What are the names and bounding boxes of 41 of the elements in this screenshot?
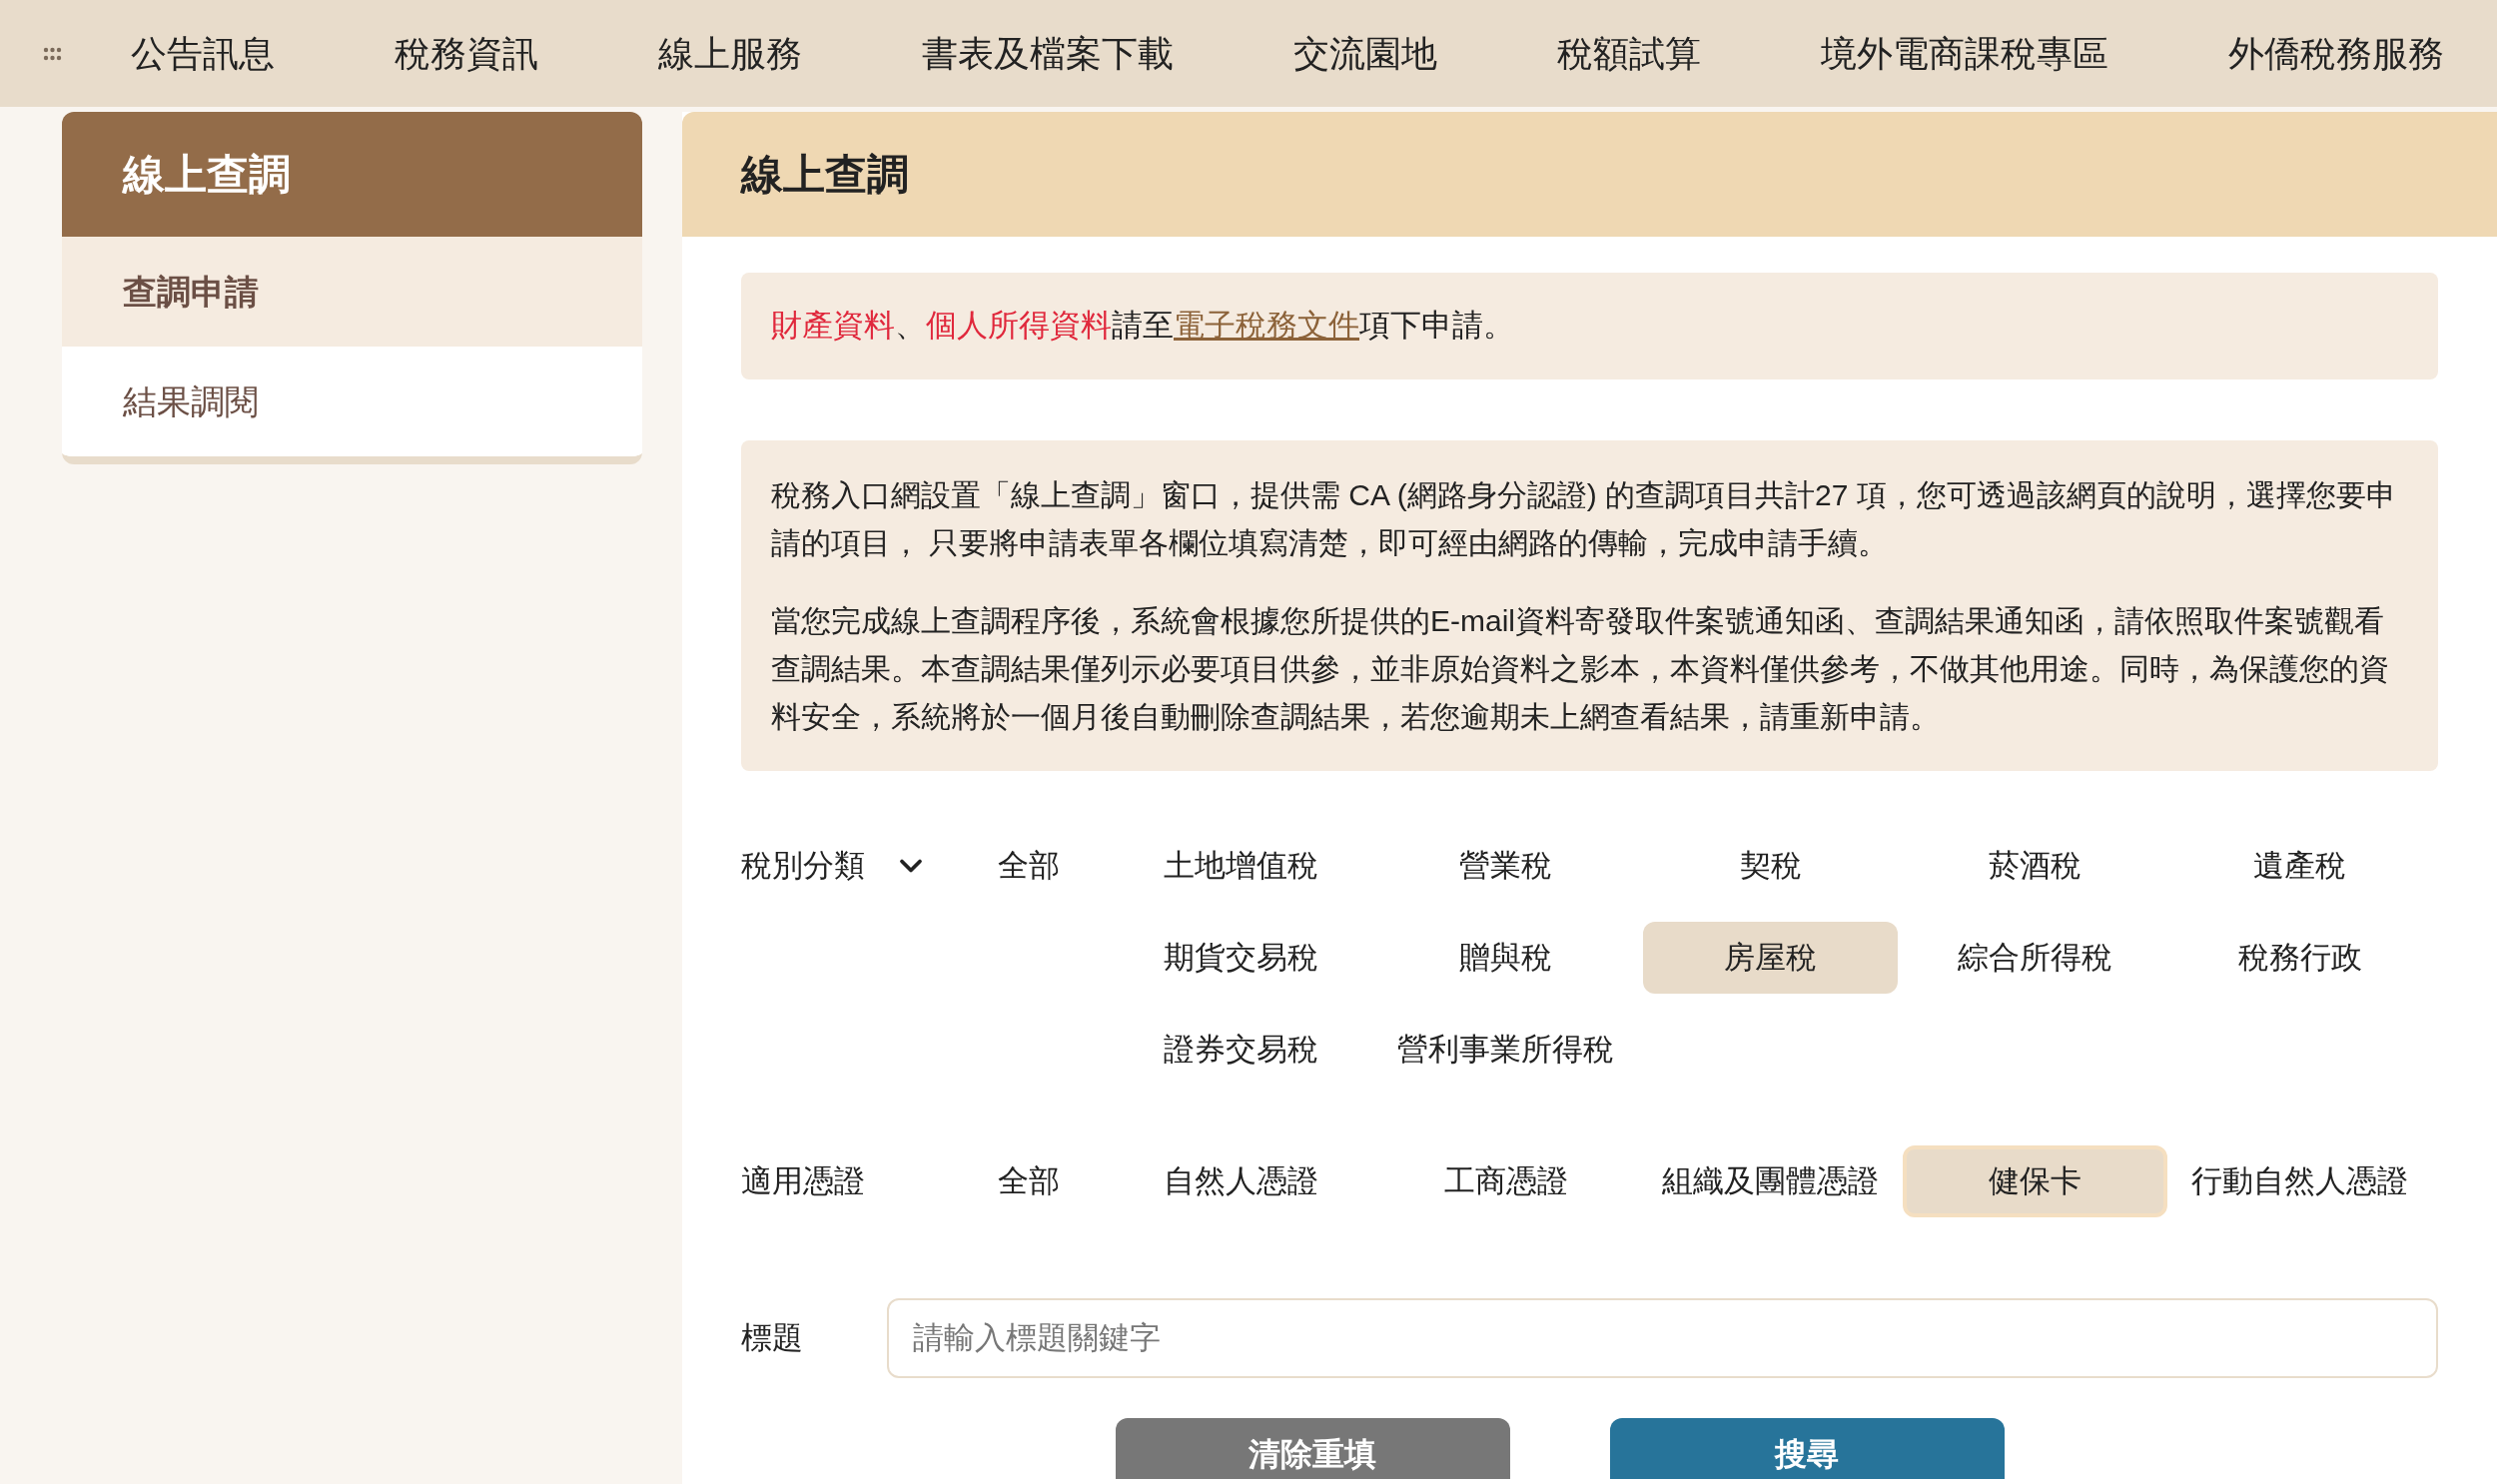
sidebar-title: 線上查調 [62, 112, 642, 237]
notice-text: 財產資料、個人所得資料請至電子稅務文件項下申請。 [771, 307, 1514, 346]
search-button[interactable]: 搜尋 [1609, 1418, 2005, 1479]
title-label: 標題 [741, 1318, 804, 1357]
nav-link[interactable]: 稅務資訊 [395, 26, 538, 81]
filter-option[interactable]: 全部 [959, 830, 1099, 902]
nav-link[interactable]: 交流園地 [1293, 26, 1437, 81]
grid-menu-icon[interactable] [43, 46, 62, 61]
nav-link[interactable]: 線上服務 [658, 26, 802, 81]
filter-option[interactable]: 證券交易稅 [1114, 1014, 1368, 1086]
reset-button[interactable]: 清除重填 [1115, 1418, 1510, 1479]
nav-link[interactable]: 書表及檔案下載 [922, 26, 1174, 81]
filter-option[interactable]: 土地增值稅 [1114, 830, 1368, 902]
filter-option[interactable]: 營利事業所得稅 [1378, 1014, 1633, 1086]
nav-link[interactable]: 境外電商課稅專區 [1821, 26, 2108, 81]
filter-option[interactable]: 健保卡 [1903, 1145, 2167, 1217]
filter-option[interactable]: 遺產稅 [2172, 830, 2427, 902]
filter-label: 適用憑證 [741, 1161, 865, 1200]
filter-option[interactable]: 菸酒稅 [1908, 830, 2162, 902]
filter-option[interactable]: 贈與稅 [1378, 922, 1633, 994]
description-paragraph: 當您完成線上查調程序後，系統會根據您所提供的E-mail資料寄發取件案號通知函、查調結果通知函，請依照取件案號觀看查調結果。本查調結果僅列示必要項目供參，並非原始資料之影本，本資料僅供參考，不做其他用途。同時，為保護您的資料安全，系統將於一個月後自動刪除查調結果，若您逾期未上網查看結果，請重新申請。 [771, 602, 2390, 735]
filter-option[interactable]: 全部 [959, 1145, 1099, 1217]
sidebar-item[interactable]: 查調申請 [62, 237, 642, 347]
documents-link[interactable]: 電子稅務文件 [1174, 308, 1359, 344]
filter-option[interactable]: 契稅 [1643, 830, 1898, 902]
filter-option[interactable]: 綜合所得稅 [1908, 922, 2162, 994]
filter-option[interactable]: 行動自然人憑證 [2172, 1145, 2427, 1217]
filter-option[interactable]: 組織及團體憑證 [1643, 1145, 1898, 1217]
page-title: 線上查調 [682, 112, 2497, 237]
nav-link[interactable]: 公告訊息 [131, 26, 275, 81]
filter-option[interactable]: 工商憑證 [1378, 1145, 1633, 1217]
filter-option[interactable]: 營業稅 [1378, 830, 1633, 902]
nav-link[interactable]: 外僑稅務服務 [2228, 26, 2444, 81]
filter-option[interactable]: 稅務行政 [2172, 922, 2427, 994]
filter-option[interactable]: 自然人憑證 [1114, 1145, 1368, 1217]
filter-option[interactable]: 房屋稅 [1643, 922, 1898, 994]
nav-link[interactable]: 稅額試算 [1557, 26, 1701, 81]
filter-label: 稅別分類 [741, 846, 865, 885]
description-paragraph: 稅務入口網設置「線上查調」窗口，提供需 CA (網路身分認證) 的查調項目共計27 項，您可透過該網頁的說明，選擇您要申請的項目， 只要將申請表單各欄位填寫清楚，即可經由網路的傳輸，完成申請手續。 [771, 476, 2397, 561]
filter-option[interactable]: 期貨交易稅 [1114, 922, 1368, 994]
title-input-field[interactable]: 請輸入標題關鍵字 [887, 1298, 2438, 1378]
